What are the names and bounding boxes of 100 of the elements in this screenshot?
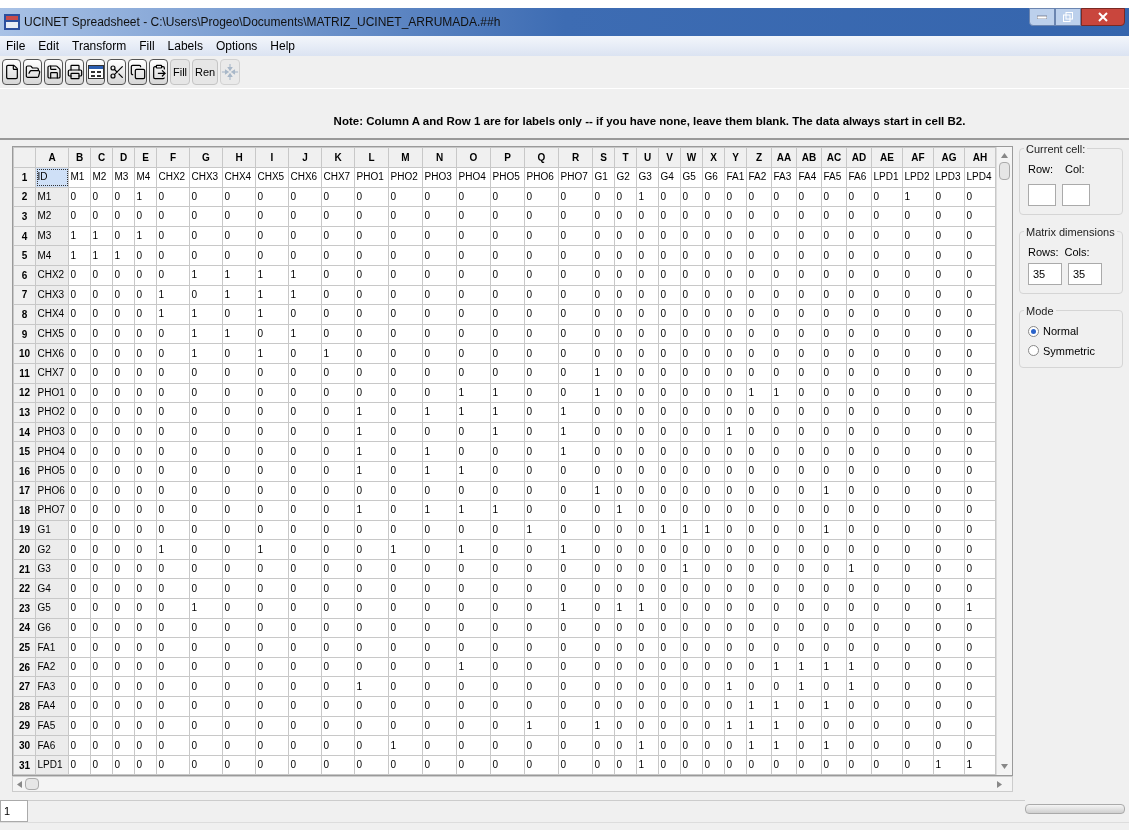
scissors-icon [108,64,125,80]
scroll-thumb[interactable] [999,162,1010,180]
row-header[interactable]: 18 [13,500,36,521]
column-header[interactable]: U [636,147,659,168]
row-header[interactable]: 13 [13,402,36,423]
column-header[interactable]: C [90,147,113,168]
column-header[interactable]: AA [771,147,797,168]
column-header[interactable]: G [189,147,223,168]
row-header[interactable]: 7 [13,285,36,305]
column-header[interactable]: O [456,147,491,168]
cols-input[interactable]: 35 [1068,263,1102,285]
column-header[interactable]: M [388,147,423,168]
toolbar-button[interactable] [107,59,126,85]
column-header[interactable]: AE [871,147,903,168]
row-header[interactable]: 24 [13,618,36,638]
cell-value-field[interactable]: 1 [0,800,28,822]
column-header[interactable]: S [592,147,615,168]
row-header[interactable]: 27 [13,676,36,697]
row-header[interactable]: 9 [13,324,36,344]
toolbar-button[interactable] [44,59,63,85]
row-header[interactable]: 31 [13,755,36,775]
menu-item[interactable]: Help [268,37,297,55]
row-header[interactable]: 15 [13,441,36,462]
row-header[interactable]: 22 [13,578,36,599]
row-header[interactable]: 29 [13,716,36,736]
toolbar-button[interactable] [149,59,168,85]
scroll-thumb[interactable] [25,778,39,791]
column-header[interactable]: B [68,147,91,168]
toolbar-button[interactable]: Fill [170,59,191,85]
row-header[interactable]: 26 [13,657,36,677]
row-header[interactable]: 28 [13,696,36,717]
column-header[interactable]: AB [796,147,822,168]
menu-item[interactable]: Labels [165,37,205,55]
column-header[interactable]: I [255,147,289,168]
close-button[interactable] [1081,8,1125,26]
menu-item[interactable]: Options [213,37,260,55]
row-header[interactable]: 6 [13,265,36,286]
radio-button[interactable] [1028,325,1039,337]
column-header[interactable]: V [658,147,681,168]
column-header[interactable]: K [321,147,355,168]
column-header[interactable]: P [490,147,525,168]
app-icon [4,14,20,30]
window-title: UCINET Spreadsheet - C:\Users\Progeo\Documents\MATRIZ_UCINET_ARRUMADA.##h [24,14,501,31]
column-header[interactable]: J [288,147,322,168]
row-header[interactable]: 19 [13,520,36,540]
column-header[interactable]: AF [902,147,934,168]
toolbar-button[interactable] [2,59,21,85]
column-header[interactable]: T [614,147,637,168]
toolbar-button[interactable] [23,59,42,85]
column-header[interactable]: X [702,147,725,168]
column-header[interactable]: AH [964,147,996,168]
column-header[interactable]: AG [933,147,965,168]
column-header[interactable]: D [112,147,135,168]
column-header[interactable]: Y [724,147,747,168]
row-header[interactable]: 21 [13,559,36,579]
row-input[interactable] [1028,183,1056,206]
row-header[interactable]: 5 [13,245,36,266]
column-header[interactable]: N [422,147,457,168]
horizontal-scrollbar[interactable] [12,776,1013,793]
column-header[interactable]: F [156,147,190,168]
column-header[interactable]: A [35,147,69,168]
column-header[interactable]: Q [524,147,559,168]
toolbar-button[interactable] [86,59,105,85]
row-header[interactable]: 8 [13,304,36,325]
row-header[interactable]: 1 [13,167,36,188]
radio-button[interactable] [1028,345,1039,357]
radio-option[interactable]: Normal [1028,323,1114,340]
column-header[interactable]: Z [746,147,772,168]
column-header[interactable]: R [558,147,593,168]
row-header[interactable]: 23 [13,598,36,619]
menu-item[interactable]: File [4,37,28,55]
col-input[interactable] [1062,183,1090,206]
column-header[interactable]: W [680,147,703,168]
radio-option[interactable]: Symmetric [1028,342,1114,359]
column-header[interactable]: L [354,147,389,168]
row-header[interactable]: 12 [13,383,36,403]
column-header[interactable]: AC [821,147,847,168]
row-header[interactable]: 30 [13,735,36,756]
row-header[interactable]: 25 [13,637,36,658]
row-header[interactable]: 14 [13,422,36,442]
row-header[interactable]: 20 [13,539,36,560]
toolbar-button[interactable]: Ren [192,59,219,85]
menu-item[interactable]: Fill [137,37,157,55]
menu-item[interactable]: Transform [70,37,129,55]
rows-input[interactable]: 35 [1028,263,1062,285]
column-header[interactable]: AD [846,147,872,168]
restore-button[interactable] [1055,8,1081,26]
toolbar-button[interactable] [65,59,84,85]
row-header[interactable]: 2 [13,187,36,207]
row-header[interactable]: 11 [13,363,36,384]
row-header[interactable]: 17 [13,481,36,501]
row-header[interactable]: 10 [13,343,36,364]
row-header[interactable]: 3 [13,206,36,227]
column-header[interactable]: E [134,147,157,168]
column-header[interactable]: H [222,147,256,168]
vertical-scrollbar[interactable] [996,147,1012,776]
row-header[interactable]: 4 [13,226,36,246]
menu-item[interactable]: Edit [36,37,62,55]
row-header[interactable]: 16 [13,461,36,481]
toolbar-button[interactable] [128,59,147,85]
